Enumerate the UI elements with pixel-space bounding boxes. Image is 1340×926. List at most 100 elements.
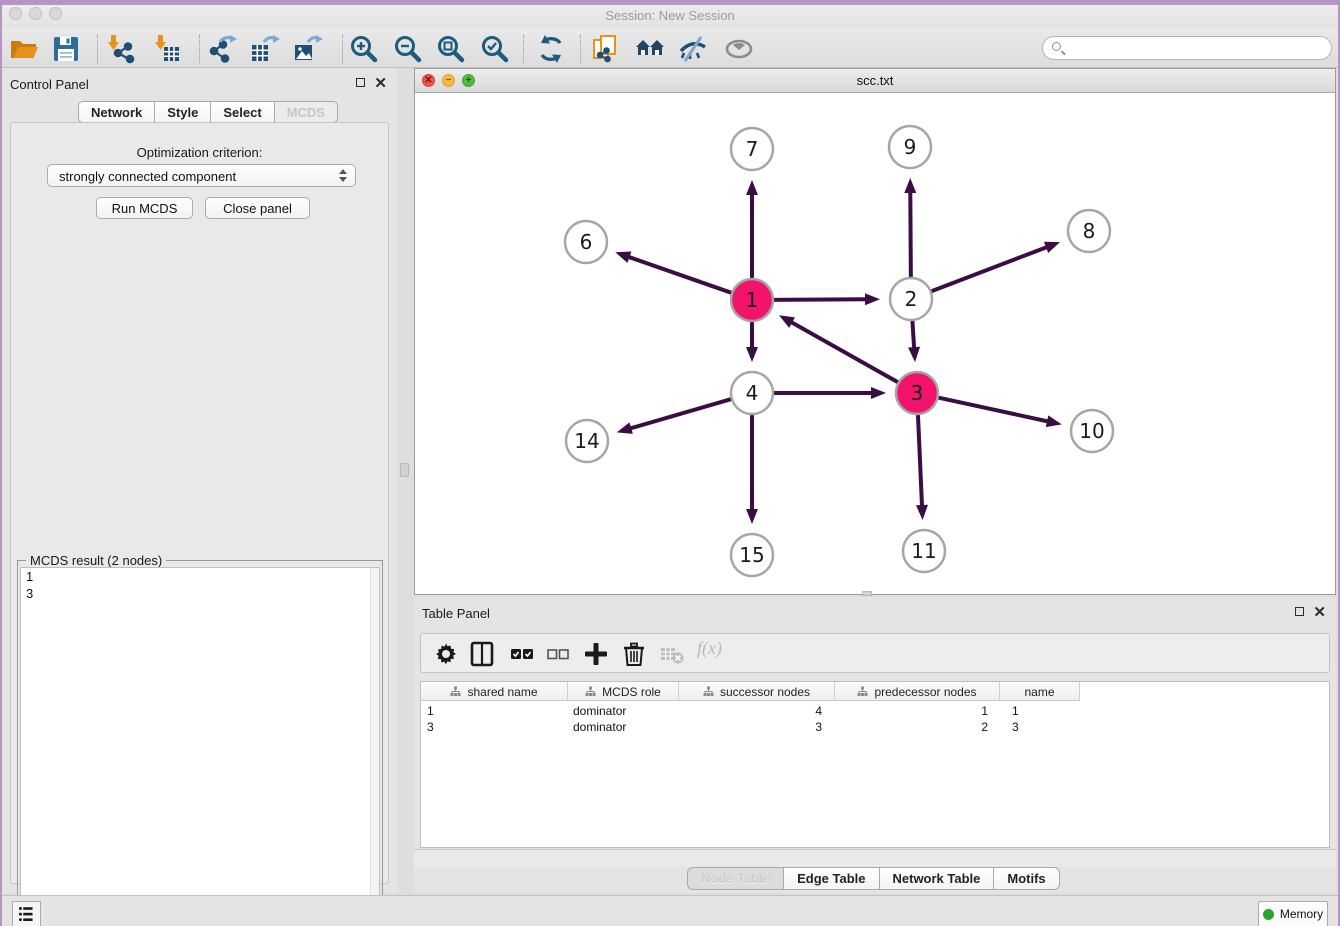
arrowhead-1-4 bbox=[746, 347, 758, 362]
column-header-successor-nodes[interactable]: successor nodes bbox=[679, 682, 835, 701]
edge-2-9[interactable] bbox=[910, 190, 911, 281]
save-session-icon[interactable] bbox=[50, 33, 82, 65]
column-header-label: name bbox=[1024, 685, 1054, 699]
edge-1-2[interactable] bbox=[770, 299, 868, 300]
task-history-button[interactable] bbox=[12, 901, 41, 926]
export-table-icon[interactable] bbox=[248, 33, 280, 65]
edge-2-3[interactable] bbox=[912, 317, 914, 350]
table-panel-float-button[interactable] bbox=[1295, 607, 1304, 616]
hide-selected-icon[interactable] bbox=[677, 33, 709, 65]
arrowhead-2-9 bbox=[904, 178, 916, 193]
add-column-icon[interactable] bbox=[583, 641, 609, 667]
network-graph[interactable]: 1 2 3 4 6 7 8 9 10 11 14 15 bbox=[415, 93, 1335, 589]
cell-name[interactable]: 3 bbox=[1004, 719, 1085, 735]
criterion-dropdown[interactable]: strongly connected component bbox=[47, 164, 356, 187]
horizontal-splitter-handle[interactable] bbox=[400, 463, 409, 477]
cell-shared-name[interactable]: 1 bbox=[421, 703, 569, 719]
tab-style[interactable]: Style bbox=[154, 101, 210, 123]
graph-node-14[interactable]: 14 bbox=[566, 420, 608, 462]
show-graphics-details-icon[interactable] bbox=[723, 33, 755, 65]
run-mcds-button[interactable]: Run MCDS bbox=[96, 197, 193, 219]
export-image-icon[interactable] bbox=[291, 33, 323, 65]
cell-successor-nodes[interactable]: 3 bbox=[681, 719, 838, 735]
delete-table-icon[interactable] bbox=[659, 641, 685, 667]
table-row[interactable]: 1dominator411 bbox=[421, 703, 1329, 719]
cell-shared-name[interactable]: 3 bbox=[421, 719, 569, 735]
table-panel-close-button[interactable]: ✕ bbox=[1313, 608, 1326, 617]
graph-node-8[interactable]: 8 bbox=[1068, 210, 1110, 252]
import-network-icon[interactable] bbox=[104, 33, 136, 65]
cell-name[interactable]: 1 bbox=[1004, 703, 1085, 719]
column-header-predecessor-nodes[interactable]: predecessor nodes bbox=[835, 682, 1000, 701]
network-window-titlebar[interactable]: ✕ − + scc.txt bbox=[415, 69, 1335, 93]
export-network-icon[interactable] bbox=[206, 33, 238, 65]
table-row[interactable]: 3dominator323 bbox=[421, 719, 1329, 735]
graph-node-6[interactable]: 6 bbox=[565, 221, 607, 263]
memory-label: Memory bbox=[1280, 907, 1323, 921]
edge-1-6[interactable] bbox=[627, 256, 735, 294]
import-table-icon[interactable] bbox=[151, 33, 183, 65]
edge-2-8[interactable] bbox=[928, 246, 1049, 292]
column-header-label: shared name bbox=[467, 685, 537, 699]
edge-3-11[interactable] bbox=[918, 411, 922, 508]
edge-3-10[interactable] bbox=[935, 397, 1050, 422]
graph-node-3[interactable]: 3 bbox=[896, 372, 938, 414]
copy-network-icon[interactable] bbox=[590, 33, 622, 65]
open-session-icon[interactable] bbox=[8, 33, 40, 65]
arrowhead-4-15 bbox=[746, 509, 758, 524]
cell-MCDS-role[interactable]: dominator bbox=[569, 703, 681, 719]
mcds-result-list[interactable]: 1 3 bbox=[20, 567, 380, 926]
cell-successor-nodes[interactable]: 4 bbox=[681, 703, 838, 719]
graph-node-2[interactable]: 2 bbox=[890, 278, 932, 320]
edge-3-1[interactable] bbox=[789, 321, 901, 384]
column-header-shared-name[interactable]: shared name bbox=[421, 682, 568, 701]
column-header-MCDS-role[interactable]: MCDS role bbox=[568, 682, 679, 701]
memory-button[interactable]: Memory bbox=[1258, 901, 1328, 926]
node-label-10: 10 bbox=[1079, 419, 1104, 443]
graph-node-10[interactable]: 10 bbox=[1071, 410, 1113, 452]
close-panel-button[interactable]: Close panel bbox=[205, 197, 310, 219]
edge-4-14[interactable] bbox=[628, 398, 734, 429]
cell-predecessor-nodes[interactable]: 2 bbox=[838, 719, 1004, 735]
search-input[interactable] bbox=[1042, 36, 1332, 60]
graph-node-7[interactable]: 7 bbox=[731, 128, 773, 170]
refresh-icon[interactable] bbox=[535, 33, 567, 65]
node-label-3: 3 bbox=[911, 381, 924, 405]
graph-node-11[interactable]: 11 bbox=[903, 530, 945, 572]
show-columns-icon[interactable] bbox=[469, 641, 495, 667]
column-header-name[interactable]: name bbox=[1000, 682, 1080, 701]
cell-MCDS-role[interactable]: dominator bbox=[569, 719, 681, 735]
arrowhead-1-7 bbox=[746, 180, 758, 195]
vertical-splitter-handle[interactable] bbox=[862, 591, 872, 596]
tab-select[interactable]: Select bbox=[210, 101, 273, 123]
graph-node-9[interactable]: 9 bbox=[889, 126, 931, 168]
criterion-value: strongly connected component bbox=[59, 169, 236, 184]
first-neighbors-icon[interactable] bbox=[634, 33, 666, 65]
zoom-out-icon[interactable] bbox=[392, 33, 424, 65]
zoom-selected-icon[interactable] bbox=[479, 33, 511, 65]
arrowhead-1-2 bbox=[865, 293, 880, 305]
tab-network-table[interactable]: Network Table bbox=[879, 867, 994, 890]
zoom-fit-icon[interactable] bbox=[435, 33, 467, 65]
tab-motifs[interactable]: Motifs bbox=[993, 867, 1059, 890]
function-builder-icon[interactable]: f(x) bbox=[697, 638, 722, 659]
table-tabs: Node Table Edge Table Network Table Moti… bbox=[687, 867, 1060, 890]
table-panel: Table Panel ✕ bbox=[414, 597, 1336, 893]
cell-predecessor-nodes[interactable]: 1 bbox=[838, 703, 1004, 719]
node-label-4: 4 bbox=[746, 381, 759, 405]
zoom-in-icon[interactable] bbox=[348, 33, 380, 65]
graph-node-1[interactable]: 1 bbox=[731, 279, 773, 321]
tab-mcds[interactable]: MCDS bbox=[274, 101, 338, 123]
graph-node-4[interactable]: 4 bbox=[731, 372, 773, 414]
tab-node-table[interactable]: Node Table bbox=[687, 867, 783, 890]
deselect-all-columns-icon[interactable] bbox=[545, 641, 571, 667]
select-all-columns-icon[interactable] bbox=[509, 641, 535, 667]
result-scrollbar[interactable] bbox=[370, 568, 379, 926]
table-settings-gear-icon[interactable] bbox=[433, 641, 459, 667]
tab-edge-table[interactable]: Edge Table bbox=[783, 867, 878, 890]
graph-node-15[interactable]: 15 bbox=[731, 534, 773, 576]
control-panel-float-button[interactable] bbox=[356, 78, 365, 87]
delete-column-icon[interactable] bbox=[621, 641, 647, 667]
tab-network[interactable]: Network bbox=[78, 101, 154, 123]
control-panel-close-button[interactable]: ✕ bbox=[374, 79, 387, 88]
